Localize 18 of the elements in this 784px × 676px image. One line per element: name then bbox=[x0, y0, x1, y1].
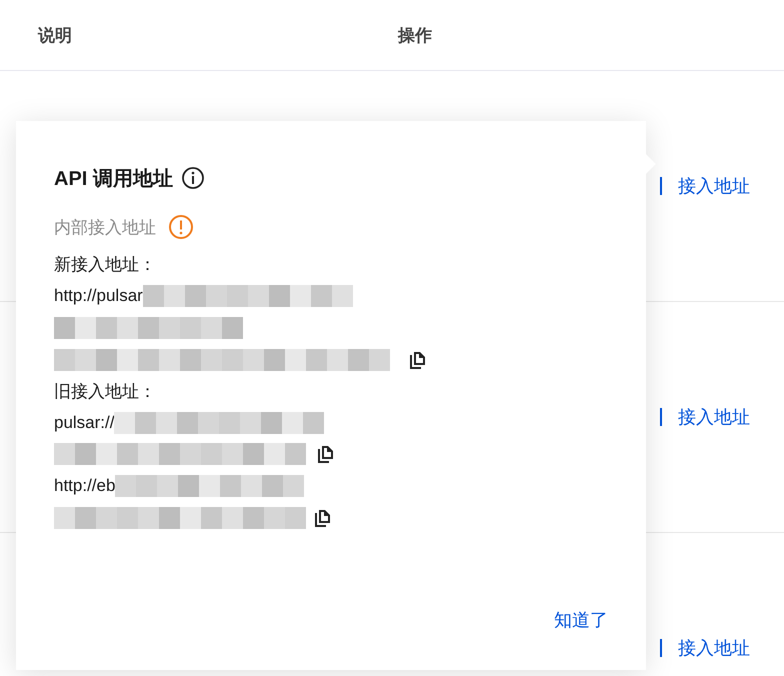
access-address-link[interactable]: 接入地址 bbox=[678, 405, 750, 429]
access-address-link[interactable]: 接入地址 bbox=[678, 174, 750, 198]
info-icon bbox=[180, 166, 205, 190]
address-label: 新接入地址： bbox=[54, 254, 156, 276]
address-text: http://eb bbox=[54, 476, 116, 496]
address-label: 旧接入地址： bbox=[54, 380, 156, 403]
address-text: pulsar:// bbox=[54, 412, 114, 433]
got-it-button[interactable]: 知道了 bbox=[554, 608, 608, 632]
copy-icon[interactable] bbox=[315, 508, 331, 527]
warning-icon bbox=[168, 214, 194, 240]
popover-title: API 调用地址 bbox=[54, 166, 173, 192]
address-text: http://pulsar bbox=[54, 286, 143, 306]
column-header: 操作 bbox=[398, 24, 432, 46]
column-header: 说明 bbox=[38, 24, 72, 46]
popover-subtitle: 内部接入地址 bbox=[54, 216, 156, 238]
copy-icon[interactable] bbox=[410, 350, 426, 369]
access-address-link[interactable]: 接入地址 bbox=[678, 636, 750, 660]
copy-icon[interactable] bbox=[318, 445, 334, 464]
